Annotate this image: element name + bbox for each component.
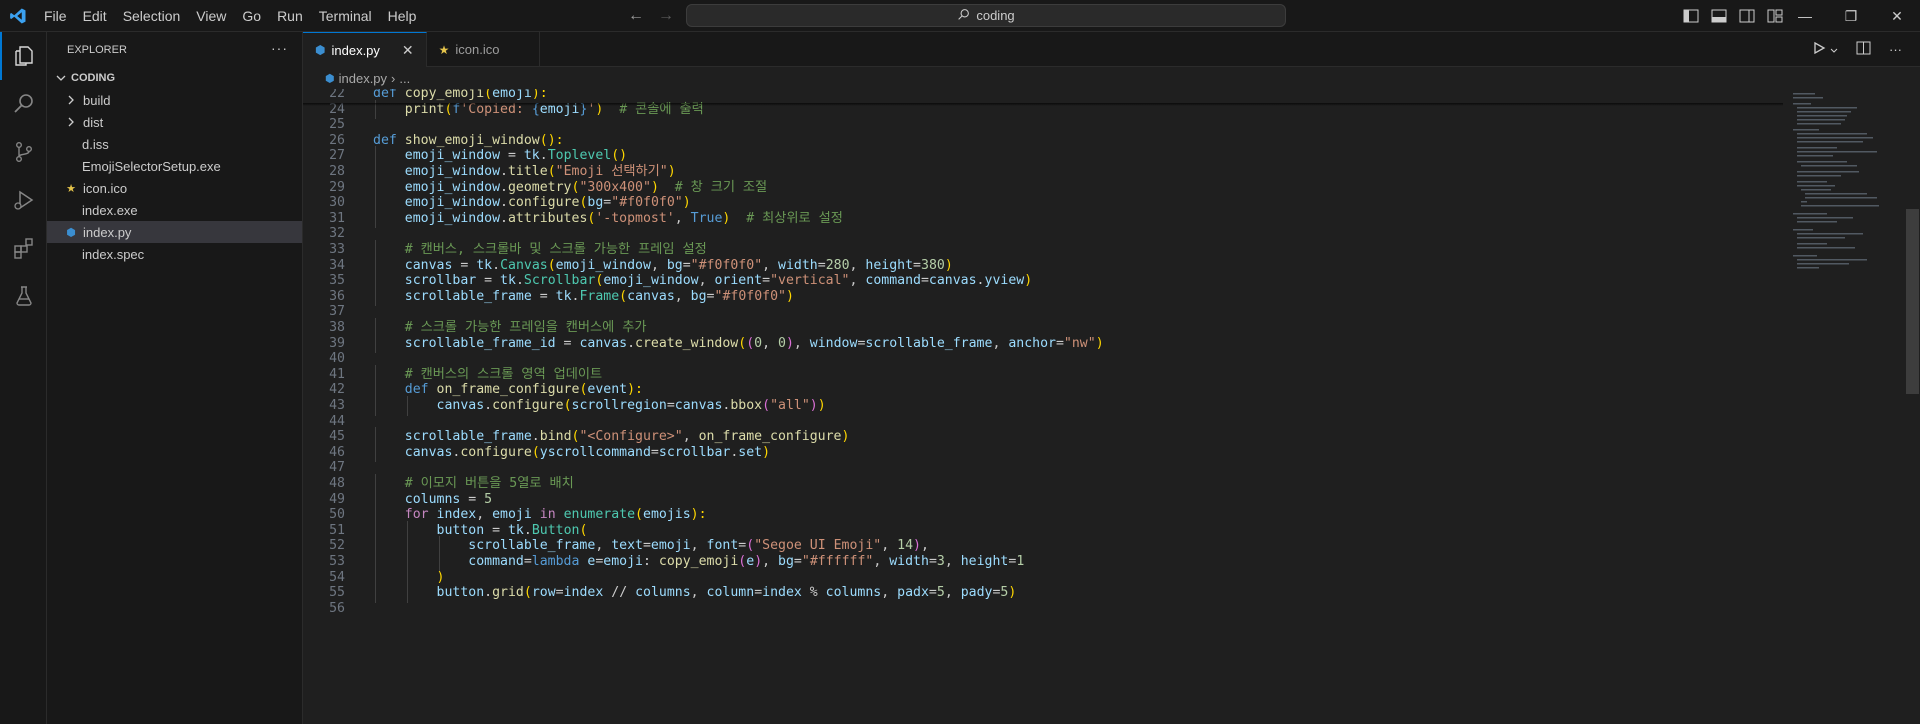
- navigation-arrows: ← →: [628, 0, 674, 32]
- breadcrumb-file[interactable]: index.py: [339, 71, 387, 86]
- tree-item-icon-ico[interactable]: ★ icon.ico: [47, 177, 302, 199]
- back-arrow-icon[interactable]: ←: [628, 7, 644, 25]
- minimap[interactable]: [1783, 89, 1905, 724]
- tree-item-label: d.iss: [82, 136, 109, 152]
- breadcrumb-separator: ›: [391, 70, 396, 86]
- menu-run[interactable]: Run: [269, 0, 311, 32]
- chevron-right-icon: [63, 117, 79, 127]
- tree-item-label: icon.ico: [83, 180, 128, 196]
- toggle-secondary-sidebar-icon[interactable]: [1738, 7, 1756, 25]
- tree-item-build[interactable]: build: [47, 89, 302, 111]
- menu-view[interactable]: View: [188, 0, 234, 32]
- tab-index-py[interactable]: ⬢ index.py ✕: [303, 32, 427, 67]
- line-number: 56: [329, 600, 345, 616]
- tree-item-label: build: [83, 92, 111, 108]
- toggle-primary-sidebar-icon[interactable]: [1682, 7, 1700, 25]
- explorer-sidebar: EXPLORER ··· CODING build dist d.iss EmojiS…: [47, 32, 303, 724]
- menu-help[interactable]: Help: [380, 0, 425, 32]
- close-tab-icon[interactable]: ✕: [402, 42, 414, 59]
- search-view-icon[interactable]: [0, 80, 47, 128]
- close-window-icon[interactable]: ✕: [1874, 0, 1920, 32]
- run-python-file-icon[interactable]: [1812, 41, 1826, 58]
- star-icon: ★: [66, 182, 76, 195]
- tree-item-dist[interactable]: dist: [47, 111, 302, 133]
- chevron-down-icon: [53, 74, 69, 82]
- tree-item-index-spec[interactable]: index.spec: [47, 243, 302, 265]
- code-line: 56: [303, 599, 1783, 618]
- breadcrumb-symbols[interactable]: ...: [399, 71, 410, 86]
- toggle-panel-icon[interactable]: [1710, 7, 1728, 25]
- workspace-folder[interactable]: CODING: [47, 67, 302, 89]
- python-icon: ⬢: [325, 72, 335, 85]
- code-editor[interactable]: 22 def copy_emoji(emoji): 24 print(f'Copied…: [303, 89, 1783, 724]
- tab-label: index.py: [331, 42, 380, 58]
- menu-go[interactable]: Go: [234, 0, 269, 32]
- tree-item-index-py[interactable]: ⬢ index.py: [47, 221, 302, 243]
- editor-vertical-scrollbar[interactable]: [1905, 89, 1920, 724]
- window-controls: — ❐ ✕: [1782, 0, 1920, 32]
- testing-flask-icon[interactable]: [0, 272, 47, 320]
- explorer-header: EXPLORER ···: [47, 32, 302, 67]
- forward-arrow-icon[interactable]: →: [658, 7, 674, 25]
- menu-selection[interactable]: Selection: [115, 0, 189, 32]
- extensions-icon[interactable]: [0, 224, 47, 272]
- source-control-icon[interactable]: [0, 128, 47, 176]
- tree-item-label: EmojiSelectorSetup.exe: [82, 158, 221, 174]
- menu-edit[interactable]: Edit: [75, 0, 115, 32]
- explorer-icon[interactable]: [0, 32, 47, 80]
- tree-item-label: index.spec: [82, 246, 145, 262]
- python-icon: ⬢: [315, 43, 326, 57]
- menu-file[interactable]: File: [36, 0, 75, 32]
- workspace-folder-label: CODING: [71, 72, 115, 84]
- vscode-logo-icon: [0, 0, 36, 32]
- more-actions-icon[interactable]: ···: [271, 40, 288, 56]
- search-icon: [957, 8, 970, 24]
- split-editor-icon[interactable]: [1856, 41, 1871, 58]
- file-tree: build dist d.iss EmojiSelectorSetup.exe ★ ico…: [47, 89, 302, 265]
- run-and-debug-icon[interactable]: [0, 176, 47, 224]
- editor-tabs: ⬢ index.py ✕ ★ icon.ico ···: [303, 32, 1920, 67]
- breadcrumb: ⬢ index.py › ...: [303, 67, 1783, 89]
- menu-bar: File Edit Selection View Go Run Terminal Help: [36, 0, 424, 32]
- command-center-label: coding: [976, 8, 1015, 23]
- title-bar: File Edit Selection View Go Run Terminal Help ←…: [0, 0, 1920, 32]
- activity-bar: [0, 32, 47, 724]
- explorer-title: EXPLORER: [67, 43, 127, 56]
- tree-item-label: index.exe: [82, 202, 138, 218]
- scrollbar-thumb[interactable]: [1906, 209, 1919, 394]
- minimize-icon[interactable]: —: [1782, 0, 1828, 32]
- more-actions-icon[interactable]: ···: [1889, 42, 1902, 57]
- chevron-right-icon: [63, 95, 79, 105]
- python-icon: ⬢: [66, 226, 76, 239]
- star-icon: ★: [438, 42, 450, 57]
- tree-item-label: dist: [83, 114, 104, 130]
- tree-item-index-exe[interactable]: index.exe: [47, 199, 302, 221]
- chevron-down-icon[interactable]: [1830, 42, 1838, 57]
- menu-terminal[interactable]: Terminal: [311, 0, 380, 32]
- tree-item-d-iss[interactable]: d.iss: [47, 133, 302, 155]
- editor-actions: ···: [1812, 32, 1920, 67]
- restore-icon[interactable]: ❐: [1828, 0, 1874, 32]
- tree-item-label: index.py: [83, 224, 132, 240]
- tab-label: icon.ico: [455, 42, 500, 57]
- sticky-scroll-shadow: [303, 103, 1783, 106]
- layout-controls: [1682, 0, 1784, 32]
- tab-icon-ico[interactable]: ★ icon.ico: [427, 32, 541, 67]
- command-center-search[interactable]: coding: [686, 4, 1286, 27]
- minimap-preview: [1793, 93, 1879, 269]
- tree-item-emojiselectorsetup-exe[interactable]: EmojiSelectorSetup.exe: [47, 155, 302, 177]
